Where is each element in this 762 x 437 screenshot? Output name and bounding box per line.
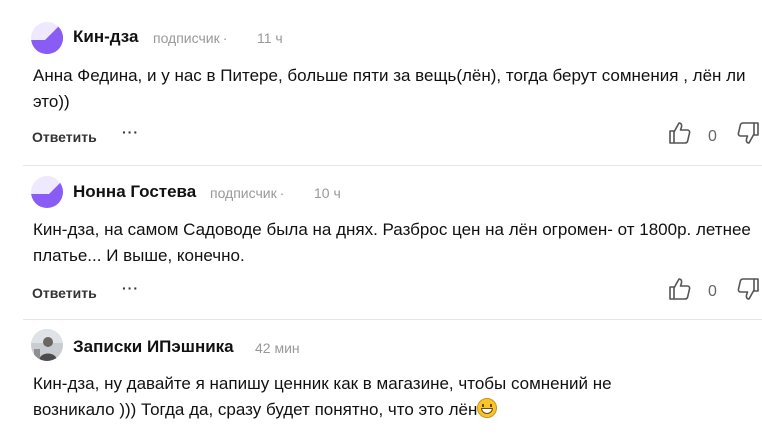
more-dots-icon[interactable]: ···: [122, 124, 139, 140]
comment-author[interactable]: Кин-дза: [73, 27, 138, 47]
comment-time: 42 мин: [255, 340, 300, 356]
avatar[interactable]: [31, 176, 63, 208]
comment-divider: [23, 319, 762, 320]
rating-count: 0: [708, 283, 717, 300]
comment-author[interactable]: Записки ИПэшника: [73, 337, 234, 357]
comment-text: Анна Федина, и у нас в Питере, больше пя…: [33, 66, 746, 111]
avatar[interactable]: [31, 329, 63, 361]
thumbs-down-icon[interactable]: [737, 277, 759, 301]
reply-button[interactable]: Ответить: [32, 285, 97, 301]
thumbs-up-icon[interactable]: [669, 277, 691, 301]
comment-role: подписчик ·: [153, 30, 228, 46]
comment-text: Кин-дза, на самом Садоводе была на днях.…: [33, 220, 751, 265]
thumbs-down-icon[interactable]: [737, 121, 759, 145]
comment-text: Кин-дза, ну давайте я напишу ценник как …: [33, 374, 612, 419]
comment-author[interactable]: Нонна Гостева: [73, 182, 196, 202]
avatar[interactable]: [31, 22, 63, 54]
thumbs-up-icon[interactable]: [669, 121, 691, 145]
reply-button[interactable]: Ответить: [32, 129, 97, 145]
comment-time: 10 ч: [314, 185, 341, 201]
more-dots-icon[interactable]: ···: [122, 280, 139, 296]
comment-divider: [23, 165, 762, 166]
grinning-face-emoji: [477, 398, 498, 418]
comment-time: 11 ч: [257, 30, 283, 46]
rating-count: 0: [708, 128, 717, 145]
comment-role: подписчик ·: [210, 185, 285, 201]
